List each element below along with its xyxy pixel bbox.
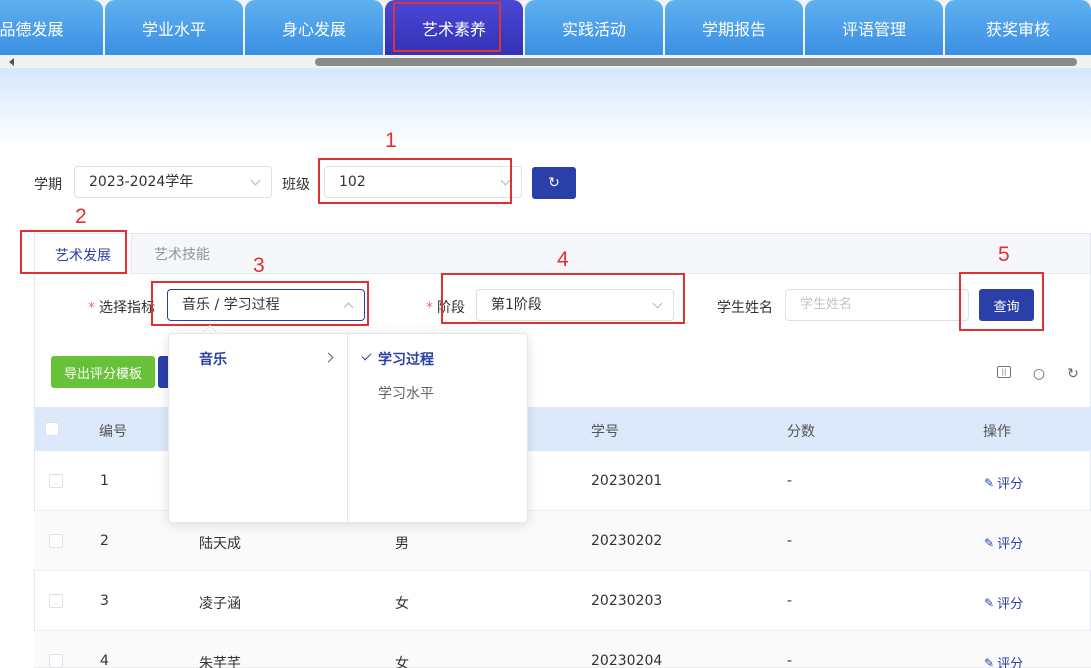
cell-name: 朱芊芊 [199,656,241,668]
horizontal-scrollbar[interactable] [0,56,1091,68]
refresh-icon[interactable]: ↻ [1065,366,1081,382]
cell-score: - [787,473,793,489]
chevron-right-icon [323,352,334,363]
term-select-value: 2023-2024学年 [89,174,194,190]
export-template-button[interactable]: 导出评分模板 [51,356,155,388]
edit-pen-icon: ✎ [984,595,995,610]
cell-name: 凌子涵 [199,596,241,612]
row-checkbox[interactable] [49,534,63,548]
cell-name: 陆天成 [199,536,241,552]
cell-score: - [787,533,793,549]
annotation-box-class [318,158,512,204]
term-select[interactable]: 2023-2024学年 [74,166,272,198]
annotation-box-stage [441,273,685,324]
row-checkbox[interactable] [49,654,63,668]
class-label: 班级 [282,177,310,193]
cascader-level1-panel: 音乐 [169,334,348,522]
cell-id: 4 [100,653,109,668]
annotation-box-nav [393,2,501,52]
cell-gender: 女 [395,656,409,668]
student-name-placeholder: 学生姓名 [800,297,853,312]
nav-tab-moral[interactable]: 品德发展 [0,0,103,55]
score-action-link[interactable]: ✎ 评分 [984,473,1023,493]
refresh-icon: ↻ [548,175,560,191]
column-header-id: 编号 [99,424,127,440]
annotation-box-subtab [20,230,127,274]
nav-tab-health[interactable]: 身心发展 [245,0,383,55]
chevron-down-icon [250,175,261,186]
cell-gender: 男 [395,536,409,552]
row-checkbox[interactable] [49,594,63,608]
select-all-checkbox[interactable] [45,422,59,436]
column-header-score: 分数 [787,424,815,440]
edit-pen-icon: ✎ [984,475,995,490]
score-action-link[interactable]: ✎ 评分 [984,593,1023,613]
row-checkbox[interactable] [49,474,63,488]
tab-arts-skills[interactable]: 艺术技能 [132,234,232,274]
nav-tab-awards[interactable]: 获奖审核 [945,0,1091,55]
annotation-box-query [959,272,1044,331]
cascader-option-music[interactable]: 音乐 [199,349,227,369]
scrollbar-thumb[interactable] [315,58,1077,66]
nav-tab-comments[interactable]: 评语管理 [805,0,943,55]
edit-pen-icon: ✎ [984,655,995,668]
check-icon [361,350,372,361]
cell-score: - [787,653,793,668]
nav-tab-academic[interactable]: 学业水平 [105,0,243,55]
score-action-link[interactable]: ✎ 评分 [984,533,1023,553]
cell-student-no: 20230203 [591,593,663,609]
cell-id: 3 [100,593,109,609]
table-row: 3 凌子涵 女 20230203 - ✎ 评分 [34,571,1091,631]
term-label: 学期 [34,177,62,193]
refresh-button[interactable]: ↻ [532,167,576,199]
cascader-option-learning-process[interactable]: 学习过程 [378,349,434,369]
table-row: 4 朱芊芊 女 20230204 - ✎ 评分 [34,631,1091,668]
cell-id: 2 [100,533,109,549]
column-header-operation: 操作 [983,424,1011,440]
annotation-box-indicator [151,281,369,326]
edit-pen-icon: ✎ [984,535,995,550]
header-banner [0,68,1091,148]
cell-student-no: 20230201 [591,473,663,489]
indicator-cascader-dropdown: 音乐 学习过程 学习水平 [168,333,528,523]
scroll-left-arrow-icon[interactable] [9,58,14,66]
annotation-number: 5 [998,243,1010,266]
cell-gender: 女 [395,596,409,612]
student-name-input[interactable]: 学生姓名 [785,289,969,321]
annotation-number: 1 [385,129,397,152]
student-name-label: 学生姓名 [717,300,773,316]
column-settings-icon[interactable]: || [997,366,1011,378]
annotation-number: 2 [75,205,87,228]
cell-student-no: 20230204 [591,653,663,668]
nav-tab-report[interactable]: 学期报告 [665,0,803,55]
indicator-label: * 选择指标 [88,300,155,316]
cascader-option-learning-level[interactable]: 学习水平 [378,383,434,403]
annotation-number: 3 [253,254,265,277]
search-icon[interactable]: ○ [1031,366,1047,382]
column-header-student-no: 学号 [591,424,619,440]
cell-score: - [787,593,793,609]
nav-tab-practice[interactable]: 实践活动 [525,0,663,55]
annotation-number: 4 [557,248,569,271]
cell-student-no: 20230202 [591,533,663,549]
cell-id: 1 [100,473,109,489]
top-nav: 品德发展 学业水平 身心发展 艺术素养 实践活动 学期报告 评语管理 获奖审核 [0,0,1091,56]
score-action-link[interactable]: ✎ 评分 [984,653,1023,668]
